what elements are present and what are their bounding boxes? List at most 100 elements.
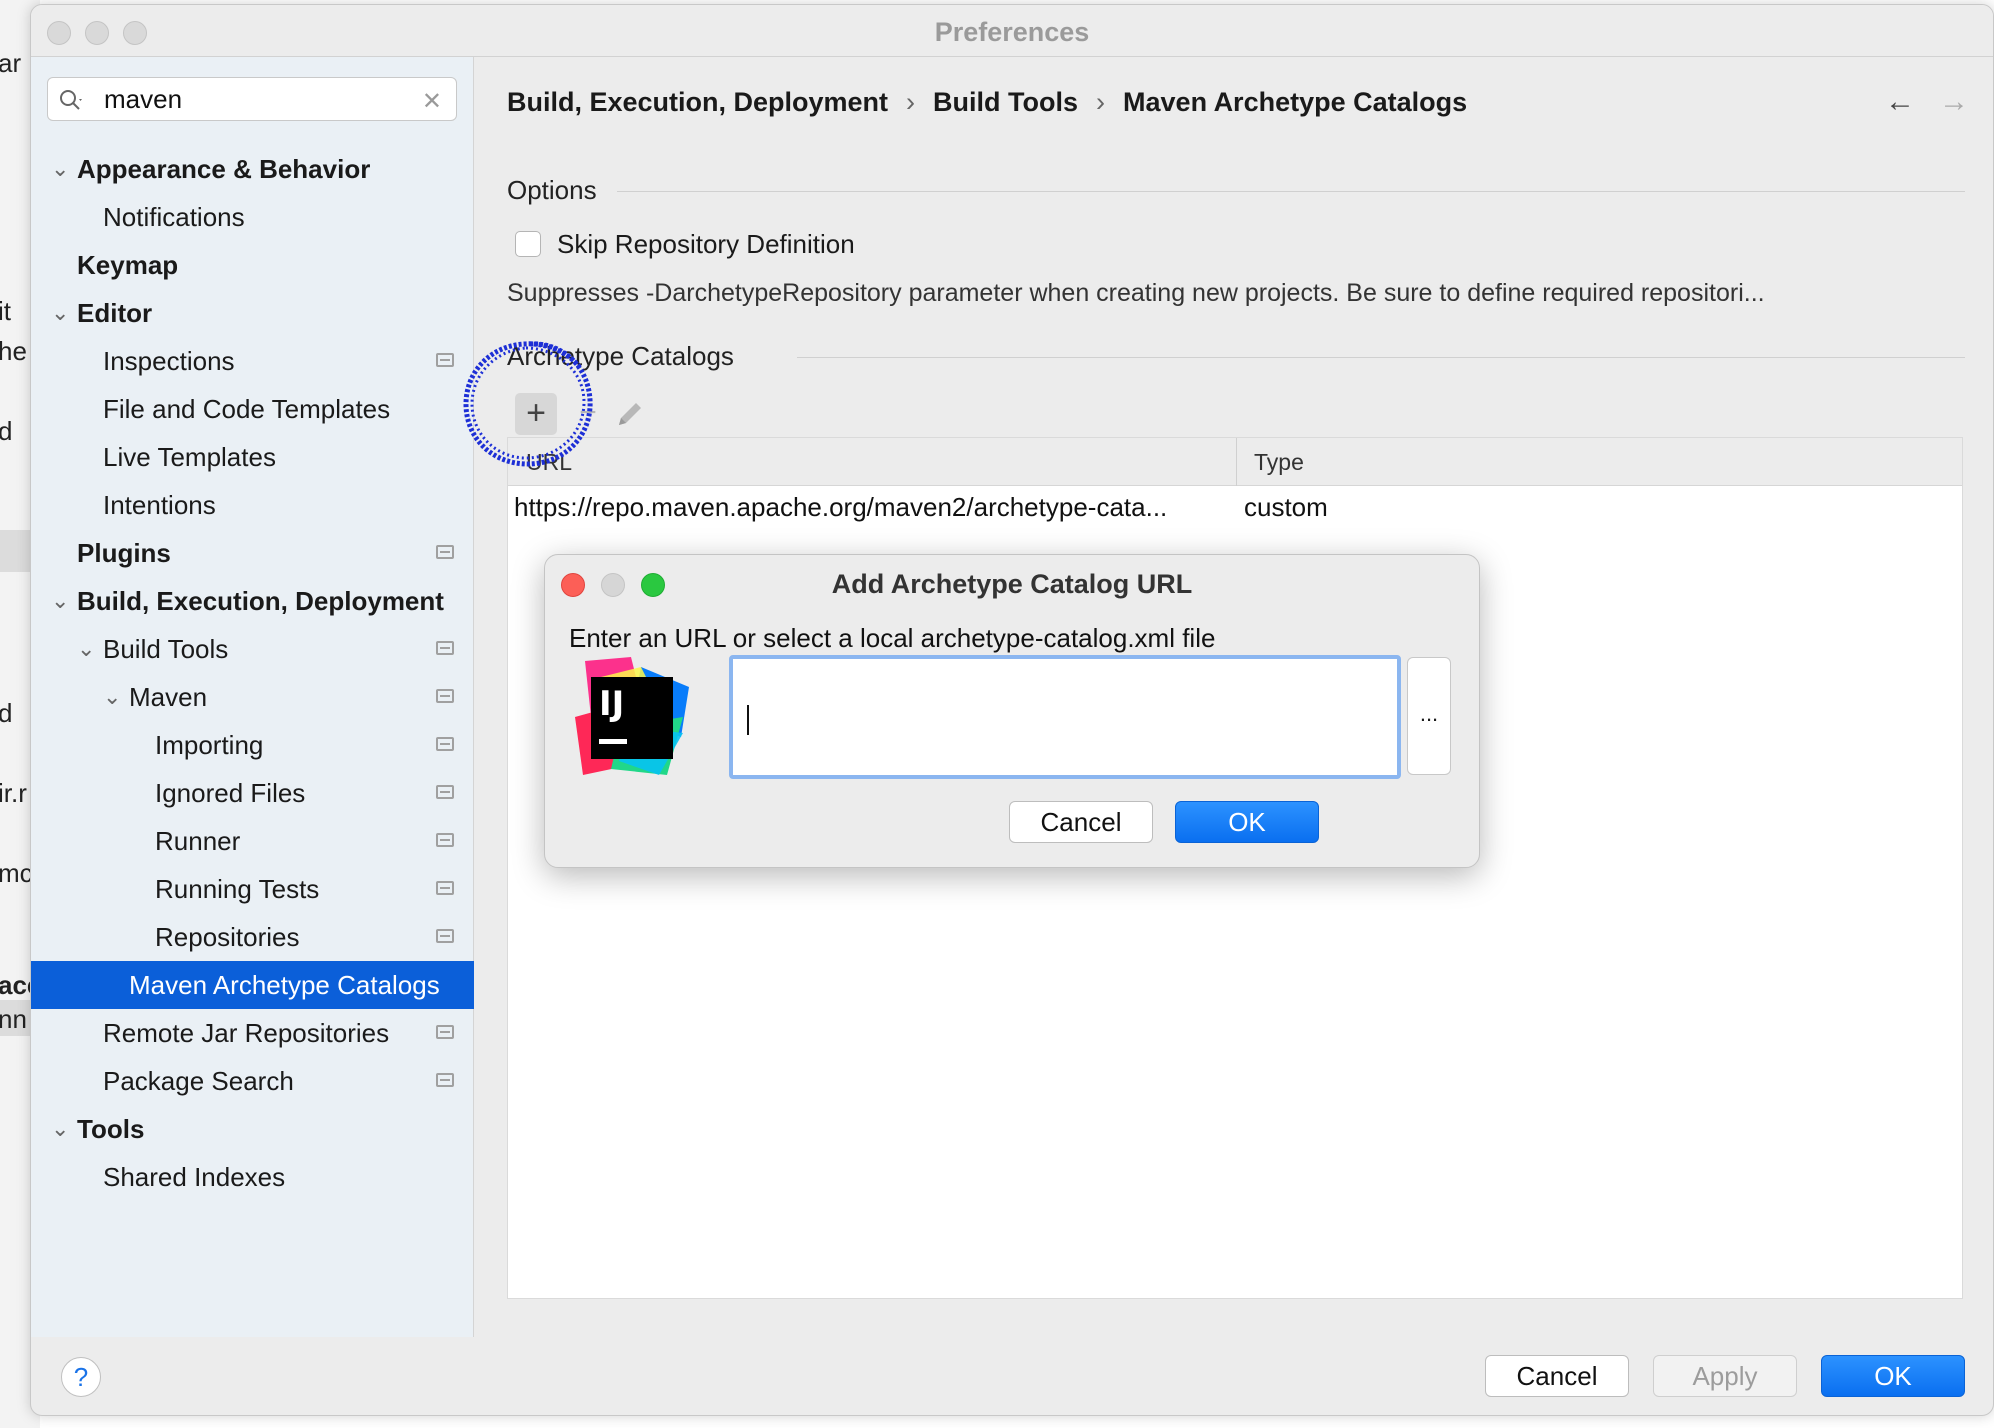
catalog-url-field[interactable] [729, 655, 1401, 779]
catalog-url-input[interactable] [743, 669, 1383, 763]
help-button[interactable]: ? [61, 1357, 101, 1397]
chevron-down-icon[interactable]: ⌄ [103, 673, 121, 721]
settings-sidebar: ✕ ⌄ Appearance & Behavior Notifications … [31, 57, 474, 1337]
clear-icon[interactable]: ✕ [422, 87, 442, 116]
tree-item-label: Live Templates [103, 442, 276, 472]
options-section-title: Options [507, 175, 597, 205]
tree-item-live-templates[interactable]: Live Templates [31, 433, 474, 481]
tree-item-label: Editor [77, 298, 153, 328]
column-header-type[interactable]: Type [1254, 438, 1304, 486]
tree-item-label: Inspections [103, 346, 235, 376]
tree-item-label: Appearance & Behavior [77, 154, 371, 184]
skip-repository-description: Suppresses -DarchetypeRepository paramet… [507, 279, 1765, 307]
tree-item-label: Build, Execution, Deployment [77, 586, 444, 616]
skip-repository-checkbox[interactable] [515, 231, 541, 257]
tree-item-running-tests[interactable]: Running Tests [31, 865, 474, 913]
tree-item-inspections[interactable]: Inspections [31, 337, 474, 385]
tree-item-appearance-behavior[interactable]: ⌄ Appearance & Behavior [31, 145, 474, 193]
back-arrow-icon[interactable]: ← [1885, 85, 1915, 119]
bg-text: mc [0, 858, 33, 888]
text-caret [747, 705, 749, 735]
tree-item-repositories[interactable]: Repositories [31, 913, 474, 961]
intellij-logo-icon: IJ [575, 657, 689, 775]
project-level-icon [436, 737, 454, 751]
tree-item-ignored-files[interactable]: Ignored Files [31, 769, 474, 817]
chevron-down-icon[interactable]: ⌄ [51, 1105, 69, 1153]
project-level-icon [436, 929, 454, 943]
tree-item-keymap[interactable]: Keymap [31, 241, 474, 289]
tree-item-label: Intentions [103, 490, 216, 520]
breadcrumb-item: Maven Archetype Catalogs [1123, 87, 1468, 117]
tree-item-remote-jar-repositories[interactable]: Remote Jar Repositories [31, 1009, 474, 1057]
ok-button[interactable]: OK [1821, 1355, 1965, 1397]
tree-item-label: Maven [129, 682, 208, 712]
tree-item-label: Package Search [103, 1066, 294, 1096]
window-title: Preferences [934, 17, 1090, 47]
bg-text: ir.r [0, 778, 27, 808]
project-level-icon [436, 641, 454, 655]
tree-item-package-search[interactable]: Package Search [31, 1057, 474, 1105]
tree-item-label: Importing [155, 730, 264, 760]
bg-text: d [0, 698, 13, 728]
tree-item-tools[interactable]: ⌄ Tools [31, 1105, 474, 1153]
tree-item-plugins[interactable]: Plugins [31, 529, 474, 577]
search-icon [60, 90, 82, 110]
tree-item-label: Build Tools [103, 634, 229, 664]
bg-text: he [0, 336, 27, 366]
divider [617, 191, 1965, 192]
tree-item-intentions[interactable]: Intentions [31, 481, 474, 529]
tree-item-label: Maven Archetype Catalogs [129, 970, 440, 1000]
settings-search[interactable]: ✕ [47, 77, 457, 121]
tree-item-build-tools[interactable]: ⌄ Build Tools [31, 625, 474, 673]
bg-text: it [0, 296, 11, 326]
add-catalog-dialog: Add Archetype Catalog URL Enter an URL o… [544, 554, 1480, 868]
chevron-down-icon[interactable]: ⌄ [51, 577, 69, 625]
divider [797, 357, 1965, 358]
tree-item-label: Remote Jar Repositories [103, 1018, 390, 1048]
tree-item-importing[interactable]: Importing [31, 721, 474, 769]
breadcrumb: Build, Execution, Deployment › Build Tools… [507, 87, 1467, 118]
forward-arrow-icon[interactable]: → [1939, 85, 1969, 119]
dialog-cancel-button[interactable]: Cancel [1009, 801, 1153, 843]
tree-item-maven-archetype-catalogs[interactable]: Maven Archetype Catalogs [31, 961, 474, 1009]
tree-item-build-execution-deployment[interactable]: ⌄ Build, Execution, Deployment [31, 577, 474, 625]
column-divider [1236, 438, 1237, 486]
chevron-down-icon[interactable]: ⌄ [77, 625, 95, 673]
tree-item-notifications[interactable]: Notifications [31, 193, 474, 241]
project-level-icon [436, 1073, 454, 1087]
annotation-circle [463, 341, 593, 467]
project-level-icon [436, 545, 454, 559]
tree-item-file-code-templates[interactable]: File and Code Templates [31, 385, 474, 433]
dialog-prompt: Enter an URL or select a local archetype… [569, 623, 1216, 653]
logo-text: IJ [599, 684, 624, 724]
title-bar: Preferences [31, 5, 1993, 57]
project-level-icon [436, 785, 454, 799]
dialog-ok-button[interactable]: OK [1175, 801, 1319, 843]
table-cell-type: custom [1244, 492, 1328, 522]
chevron-down-icon[interactable]: ⌄ [51, 145, 69, 193]
project-level-icon [436, 833, 454, 847]
cancel-button[interactable]: Cancel [1485, 1355, 1629, 1397]
bg-text: ar [0, 48, 22, 78]
search-input[interactable] [104, 82, 404, 116]
tree-item-label: File and Code Templates [103, 394, 391, 424]
chevron-down-icon[interactable]: ⌄ [51, 289, 69, 337]
tree-item-shared-indexes[interactable]: Shared Indexes [31, 1153, 474, 1201]
chevron-right-icon: › [1096, 87, 1106, 117]
table-header: URL Type [508, 438, 1962, 486]
tree-item-runner[interactable]: Runner [31, 817, 474, 865]
tree-item-label: Running Tests [155, 874, 320, 904]
pencil-icon[interactable] [609, 393, 651, 435]
browse-button[interactable]: ... [1407, 657, 1451, 775]
apply-button[interactable]: Apply [1653, 1355, 1797, 1397]
tree-item-maven[interactable]: ⌄ Maven [31, 673, 474, 721]
tree-item-label: Tools [77, 1114, 145, 1144]
skip-repository-label[interactable]: Skip Repository Definition [557, 229, 855, 260]
breadcrumb-item[interactable]: Build Tools [933, 87, 1078, 118]
tree-item-editor[interactable]: ⌄ Editor [31, 289, 474, 337]
bg-text: d [0, 416, 13, 446]
project-level-icon [436, 689, 454, 703]
breadcrumb-item[interactable]: Build, Execution, Deployment [507, 87, 888, 118]
tree-item-label: Repositories [155, 922, 300, 952]
tree-item-label: Shared Indexes [103, 1162, 286, 1192]
